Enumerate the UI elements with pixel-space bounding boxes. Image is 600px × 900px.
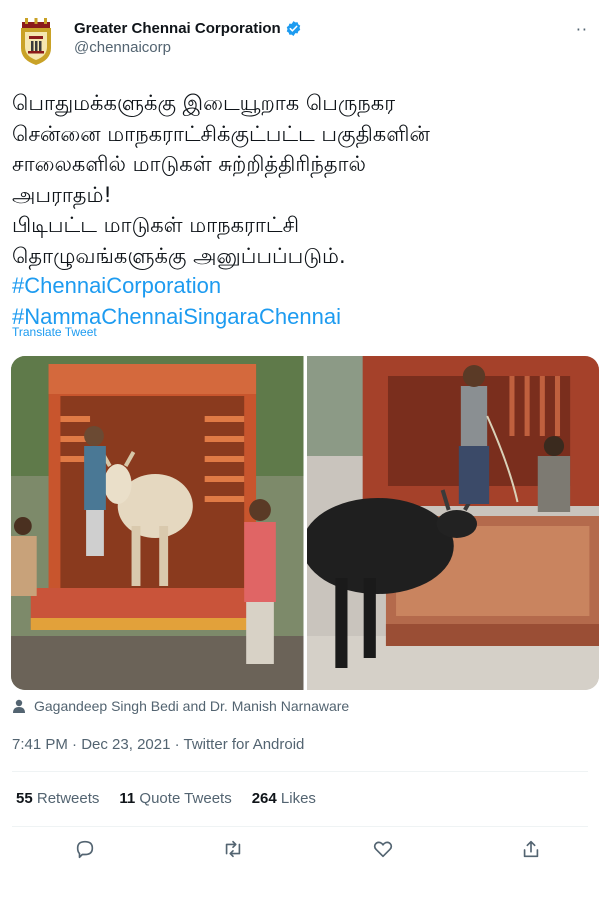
tweet-line: சாலைகளில் மாடுகள் சுற்றித்திரிந்தால் (12, 152, 366, 176)
share-icon (523, 840, 539, 858)
person-icon (13, 699, 25, 713)
divider (12, 771, 588, 772)
hashtag-link[interactable]: #ChennaiCorporation (12, 271, 592, 302)
likes-stat[interactable]: 264 Likes (252, 790, 316, 807)
meta-separator: · (170, 736, 184, 753)
cow-loading-truck-photo[interactable] (11, 356, 304, 690)
tweet-actions (0, 838, 600, 868)
quote-tweets-label: Quote Tweets (139, 790, 232, 807)
likes-label: Likes (280, 790, 316, 807)
tweet-time[interactable]: 7:41 PM (12, 736, 68, 753)
corporation-emblem-icon (21, 18, 51, 65)
tweet-header: Greater Chennai Corporation @chennaicorp… (16, 14, 590, 70)
tweet-date[interactable]: Dec 23, 2021 (81, 736, 170, 753)
tweet-line: பிடிபட்ட மாடுகள் மாநகராட்சி (12, 213, 300, 237)
avatar[interactable] (16, 18, 56, 66)
meta-separator: · (67, 736, 82, 753)
reply-icon (76, 840, 94, 859)
tweet-line: அபராதம்! (12, 182, 112, 207)
likes-count: 264 (251, 790, 277, 807)
tagged-people[interactable]: Gagandeep Singh Bedi and Dr. Manish Narn… (12, 698, 349, 714)
retweets-stat[interactable]: 55 Retweets (16, 790, 99, 807)
tweet-line: தொழுவங்களுக்கு அனுப்பப்படும். (12, 243, 346, 268)
display-name-text: Greater Chennai Corporation (74, 20, 281, 37)
author-names: Greater Chennai Corporation @chennaicorp (74, 20, 302, 56)
more-options-icon[interactable]: ·· (576, 20, 588, 39)
retweet-icon (225, 840, 241, 858)
tweet-line: பொதுமக்களுக்கு இடையூறாக பெருநகர (12, 91, 396, 115)
divider (12, 826, 588, 827)
retweet-button[interactable] (222, 838, 248, 864)
hashtag-link[interactable]: #NammaChennaiSingaraChennai (12, 302, 592, 333)
tagged-people-text: Gagandeep Singh Bedi and Dr. Manish Narn… (34, 698, 350, 714)
translate-tweet-link[interactable]: Translate Tweet (12, 325, 97, 339)
retweets-count: 55 (16, 790, 33, 807)
quote-tweets-count: 11 (119, 790, 136, 807)
reply-button[interactable] (74, 838, 100, 864)
quote-tweets-stat[interactable]: 11 Quote Tweets (119, 790, 231, 807)
tweet-text: பொதுமக்களுக்கு இடையூறாக பெருநகர சென்னை ம… (12, 88, 592, 332)
like-button[interactable] (372, 838, 398, 864)
verified-badge-icon (286, 21, 300, 36)
tweet-stats: 55 Retweets 11 Quote Tweets 264 Likes (16, 790, 316, 807)
media-grid (11, 356, 599, 690)
tweet-source[interactable]: Twitter for Android (184, 736, 305, 753)
bull-beside-cage-photo[interactable] (306, 356, 599, 690)
tweet-line: சென்னை மாநகராட்சிக்குட்பட்ட பகுதிகளின் (12, 121, 430, 146)
retweets-label: Retweets (36, 790, 100, 807)
tweet-meta: 7:41 PM · Dec 23, 2021 · Twitter for And… (12, 736, 304, 753)
like-icon (373, 841, 393, 858)
bull-beside-cage-image (306, 356, 599, 690)
share-button[interactable] (520, 838, 546, 864)
display-name[interactable]: Greater Chennai Corporation (74, 20, 302, 37)
account-handle[interactable]: @chennaicorp (74, 39, 302, 56)
cow-loading-truck-image (11, 356, 304, 690)
